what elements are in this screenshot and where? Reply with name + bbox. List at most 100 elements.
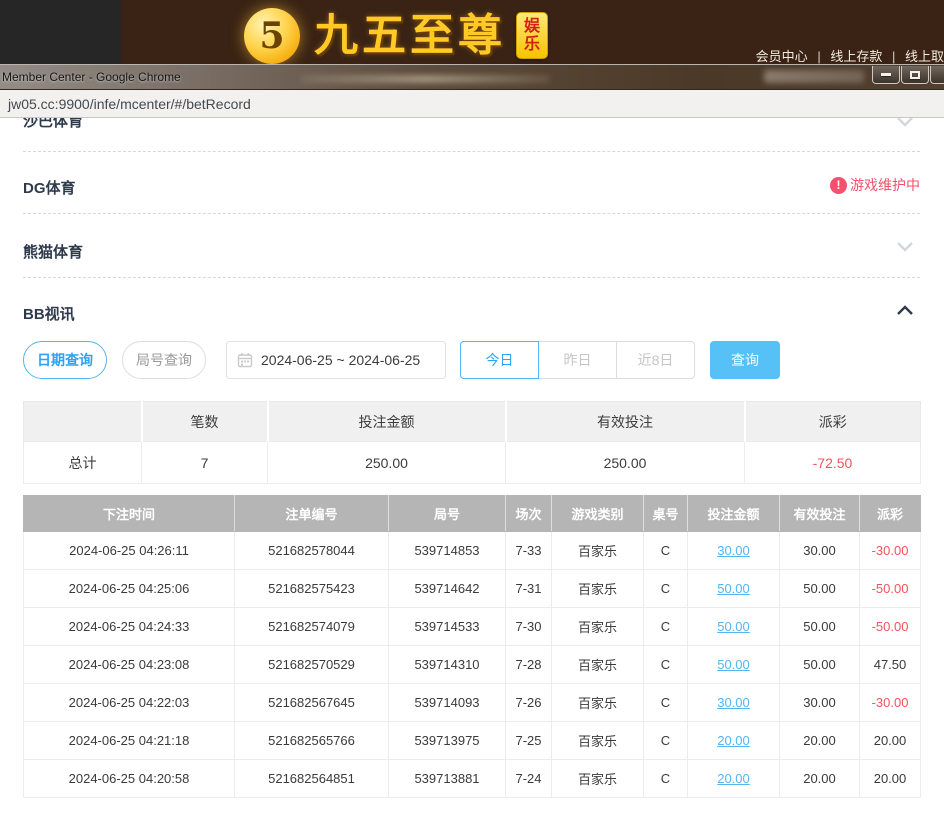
- bet-cell: 50.00: [780, 570, 860, 608]
- maximize-icon: [910, 71, 920, 79]
- bet-cell: 50.00: [780, 608, 860, 646]
- bet-cell: C: [644, 570, 688, 608]
- search-button[interactable]: 查询: [710, 341, 780, 379]
- bet-record-table: 下注时间注单编号局号场次游戏类别桌号投注金额有效投注派彩 2024-06-25 …: [23, 495, 921, 798]
- bet-cell: 2024-06-25 04:26:11: [24, 532, 235, 570]
- bet-cell: 2024-06-25 04:23:08: [24, 646, 235, 684]
- summary-total-label: 总计: [24, 442, 142, 484]
- bet-cell: 539713975: [389, 722, 506, 760]
- bet-amount-link[interactable]: 50.00: [717, 581, 750, 596]
- bet-cell: 2024-06-25 04:20:58: [24, 760, 235, 798]
- bet-header-cell: 下注时间: [24, 496, 235, 532]
- bet-amount-cell: 50.00: [688, 608, 780, 646]
- maximize-button[interactable]: [901, 66, 929, 84]
- bet-cell: C: [644, 532, 688, 570]
- bet-cell: 521682570529: [235, 646, 389, 684]
- window-title: Member Center - Google Chrome: [2, 70, 181, 84]
- background-window-block: [0, 0, 121, 64]
- bet-amount-link[interactable]: 50.00: [717, 619, 750, 634]
- site-logo: 5 九五至尊 娱 乐: [244, 8, 548, 64]
- nav-link-withdraw[interactable]: 线上取: [905, 49, 944, 64]
- bet-cell: 百家乐: [552, 532, 644, 570]
- section-saba-sports[interactable]: 沙巴体育: [23, 118, 83, 131]
- bet-cell: C: [644, 646, 688, 684]
- bet-cell: 30.00: [780, 684, 860, 722]
- bet-header-cell: 投注金额: [688, 496, 780, 532]
- bet-amount-link[interactable]: 20.00: [717, 771, 750, 786]
- bet-cell: 539714310: [389, 646, 506, 684]
- bet-cell: C: [644, 760, 688, 798]
- bet-cell: 百家乐: [552, 760, 644, 798]
- badge-char: 乐: [517, 36, 547, 54]
- bet-header-cell: 有效投注: [780, 496, 860, 532]
- chevron-up-icon[interactable]: [896, 304, 914, 316]
- window-controls: [871, 66, 944, 84]
- bet-cell: -50.00: [860, 608, 921, 646]
- bet-cell: 7-25: [506, 722, 552, 760]
- bet-amount-link[interactable]: 30.00: [717, 543, 750, 558]
- site-header: 5 九五至尊 娱 乐 会员中心 | 线上存款 | 线上取: [0, 0, 944, 64]
- bet-cell: 百家乐: [552, 608, 644, 646]
- chrome-titlebar[interactable]: Member Center - Google Chrome: [0, 64, 944, 90]
- bet-cell: 521682564851: [235, 760, 389, 798]
- bet-amount-link[interactable]: 20.00: [717, 733, 750, 748]
- bet-cell: -50.00: [860, 570, 921, 608]
- nav-link-deposit[interactable]: 线上存款: [830, 49, 882, 64]
- chevron-down-icon[interactable]: [896, 241, 914, 253]
- summary-table: 笔数投注金额有效投注派彩 总计7250.00250.00-72.50: [23, 401, 921, 484]
- bet-cell: 539714853: [389, 532, 506, 570]
- bet-cell: 百家乐: [552, 646, 644, 684]
- maintenance-badge: ! 游戏维护中: [830, 175, 920, 195]
- bet-amount-cell: 20.00: [688, 760, 780, 798]
- bet-cell: 20.00: [860, 722, 921, 760]
- date-range-input[interactable]: 2024-06-25 ~ 2024-06-25: [226, 341, 446, 379]
- bet-cell: 539714642: [389, 570, 506, 608]
- table-row: 2024-06-25 04:21:18521682565766539713975…: [24, 722, 921, 760]
- summary-header-cell: 有效投注: [506, 402, 745, 442]
- chrome-urlbar[interactable]: jw05.cc:9900/infe/mcenter/#/betRecord: [0, 90, 944, 118]
- section-dg-sports[interactable]: DG体育: [23, 177, 76, 198]
- maintenance-text: 游戏维护中: [850, 175, 920, 195]
- summary-value: 7: [142, 442, 268, 484]
- bet-amount-link[interactable]: 30.00: [717, 695, 750, 710]
- nav-separator: |: [892, 49, 895, 64]
- summary-value: -72.50: [745, 442, 921, 484]
- section-divider: [23, 277, 920, 278]
- today-button[interactable]: 今日: [460, 341, 539, 379]
- bet-cell: 2024-06-25 04:21:18: [24, 722, 235, 760]
- bet-cell: 7-26: [506, 684, 552, 722]
- nav-link-member-center[interactable]: 会员中心: [756, 49, 808, 64]
- bet-cell: 2024-06-25 04:24:33: [24, 608, 235, 646]
- summary-header-cell: 投注金额: [268, 402, 506, 442]
- logo-entertainment-badge: 娱 乐: [516, 12, 548, 59]
- tab-date-query[interactable]: 日期查询: [23, 341, 107, 379]
- table-row: 2024-06-25 04:23:08521682570529539714310…: [24, 646, 921, 684]
- bet-cell: 521682565766: [235, 722, 389, 760]
- summary-header-cell: 笔数: [142, 402, 268, 442]
- bet-header-cell: 注单编号: [235, 496, 389, 532]
- last-8-days-button[interactable]: 近8日: [616, 341, 695, 379]
- header-nav-links: 会员中心 | 线上存款 | 线上取: [756, 46, 944, 65]
- bet-cell: 30.00: [780, 532, 860, 570]
- close-button[interactable]: [930, 66, 944, 84]
- chevron-down-icon[interactable]: [896, 118, 914, 128]
- minimize-button[interactable]: [872, 66, 900, 84]
- table-row: 2024-06-25 04:26:11521682578044539714853…: [24, 532, 921, 570]
- bet-cell: 50.00: [780, 646, 860, 684]
- bet-cell: 百家乐: [552, 570, 644, 608]
- bet-cell: 2024-06-25 04:25:06: [24, 570, 235, 608]
- tab-round-query[interactable]: 局号查询: [122, 341, 206, 379]
- bet-cell: -30.00: [860, 684, 921, 722]
- summary-header-cell: 派彩: [745, 402, 921, 442]
- bet-table-header-row: 下注时间注单编号局号场次游戏类别桌号投注金额有效投注派彩: [24, 496, 921, 532]
- section-panda-sports[interactable]: 熊猫体育: [23, 241, 83, 262]
- filter-toolbar: 日期查询 局号查询 2024-06-25 ~ 2024-06-25 今日: [23, 341, 780, 379]
- yesterday-button[interactable]: 昨日: [538, 341, 617, 379]
- bet-header-cell: 桌号: [644, 496, 688, 532]
- logo-coin-icon: 5: [244, 8, 300, 64]
- bet-amount-link[interactable]: 50.00: [717, 657, 750, 672]
- bet-cell: 539713881: [389, 760, 506, 798]
- section-bb-video[interactable]: BB视讯: [23, 303, 75, 324]
- calendar-icon: [237, 352, 253, 368]
- bet-cell: C: [644, 684, 688, 722]
